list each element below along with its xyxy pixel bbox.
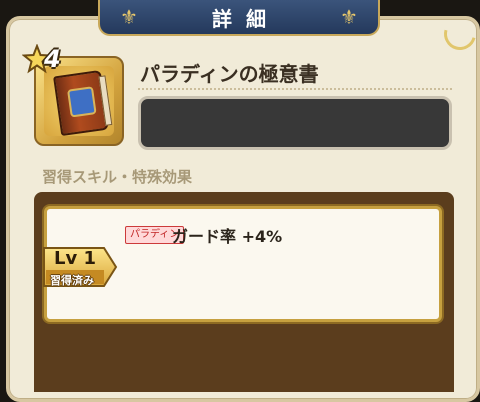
learned-status: 習得済み bbox=[50, 274, 94, 287]
description-box bbox=[138, 96, 452, 150]
divider bbox=[138, 88, 452, 90]
fleur-de-lis-icon: ⚜ bbox=[340, 5, 358, 29]
section-label: 習得スキル・特殊効果 bbox=[42, 168, 193, 186]
spellbook-icon bbox=[53, 69, 109, 137]
item-name: パラディンの極意書 bbox=[140, 62, 319, 86]
header-tab: ⚜ 詳細 ⚜ bbox=[98, 0, 380, 36]
skill-effect: ガード率 +4% bbox=[172, 227, 283, 246]
level-value: Lv 1 bbox=[54, 248, 96, 269]
rarity-badge: 4 bbox=[22, 44, 68, 74]
rarity-value: 4 bbox=[44, 45, 61, 73]
page-title: 詳細 bbox=[212, 6, 280, 31]
fleur-de-lis-icon: ⚜ bbox=[120, 5, 138, 29]
level-badge: Lv 1 習得済み bbox=[42, 244, 118, 290]
